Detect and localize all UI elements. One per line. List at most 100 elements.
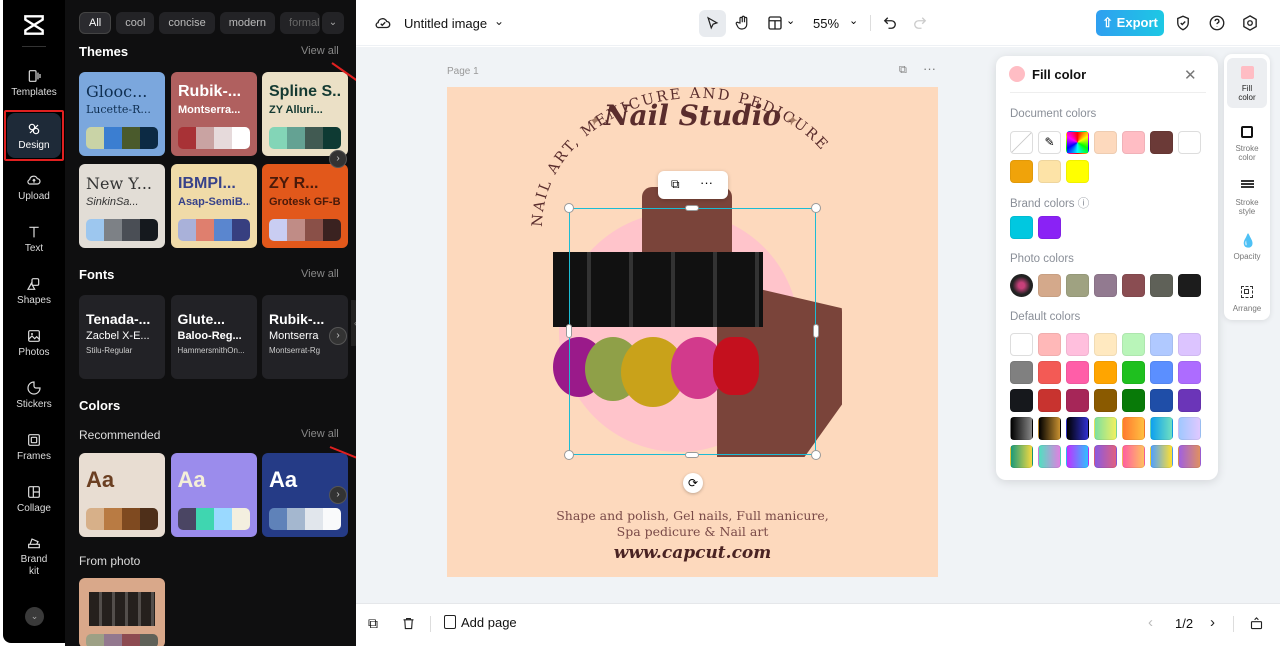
resize-handle-right[interactable] (813, 324, 819, 338)
default-color-swatch[interactable] (1122, 361, 1145, 384)
resize-handle-top-right[interactable] (811, 203, 821, 213)
rail-item-stickers[interactable]: Stickers (7, 380, 61, 411)
page-duplicate-icon[interactable]: ⧉ (899, 64, 907, 77)
next-page-icon[interactable]: › (1210, 614, 1215, 631)
prop-stroke-color[interactable]: Stroke color (1227, 118, 1267, 168)
eyedropper-icon[interactable]: ✎ (1038, 131, 1061, 154)
chips-expand-button[interactable]: ⌄ (322, 12, 344, 34)
theme-card[interactable]: ZY R... Grotesk GF-B... (262, 164, 348, 248)
rail-item-shapes[interactable]: Shapes (7, 276, 61, 307)
photo-color-swatch[interactable] (1150, 274, 1173, 297)
prev-page-icon[interactable]: ‹ (1148, 614, 1153, 631)
rail-item-upload[interactable]: Upload (7, 172, 61, 203)
resize-handle-bottom[interactable] (685, 452, 699, 458)
redo-icon[interactable] (911, 14, 929, 32)
default-color-swatch[interactable] (1010, 361, 1033, 384)
color-palette-card[interactable]: Aa (79, 453, 165, 537)
photo-color-swatch[interactable] (1178, 274, 1201, 297)
resize-handle-top-left[interactable] (564, 203, 574, 213)
theme-card[interactable]: Rubik-... Montserra... (171, 72, 257, 156)
page-more-icon[interactable]: ··· (923, 61, 936, 76)
resize-handle-left[interactable] (566, 324, 572, 338)
theme-card[interactable]: Glooc... Lucette-R... (79, 72, 165, 156)
info-icon[interactable]: ⓘ (1078, 198, 1090, 210)
default-color-swatch[interactable] (1150, 389, 1173, 412)
theme-card[interactable]: IBMPl... Asap-SemiB... (171, 164, 257, 248)
default-color-swatch[interactable] (1010, 389, 1033, 412)
document-color-swatch[interactable] (1010, 131, 1033, 154)
default-color-swatch[interactable] (1010, 417, 1033, 440)
title-dropdown-chevron-icon[interactable]: ⌄ (494, 14, 504, 28)
resize-handle-bottom-right[interactable] (811, 450, 821, 460)
undo-icon[interactable] (881, 14, 899, 32)
filter-chip-cool[interactable]: cool (116, 12, 155, 34)
default-color-swatch[interactable] (1038, 333, 1061, 356)
select-tool-button[interactable] (699, 10, 726, 37)
document-color-swatch[interactable] (1094, 131, 1117, 154)
default-color-swatch[interactable] (1178, 361, 1201, 384)
expand-pages-icon[interactable] (1249, 616, 1264, 631)
filter-chip-formal[interactable]: formal (280, 12, 321, 34)
fonts-view-all-link[interactable]: View all (301, 268, 339, 280)
settings-icon[interactable] (1241, 14, 1259, 32)
photo-color-swatch[interactable] (1094, 274, 1117, 297)
export-button[interactable]: ⇧ Export (1096, 10, 1164, 36)
rail-more-button[interactable]: ⌄ (25, 607, 44, 626)
brand-color-swatch[interactable] (1010, 216, 1033, 239)
services-text[interactable]: Shape and polish, Gel nails, Full manicu… (447, 508, 938, 540)
photo-color-swatch[interactable] (1038, 274, 1061, 297)
rail-item-collage[interactable]: Collage (7, 484, 61, 515)
document-color-swatch[interactable] (1066, 160, 1089, 183)
prop-arrange[interactable]: Arrange (1227, 278, 1267, 319)
default-color-swatch[interactable] (1038, 389, 1061, 412)
default-color-swatch[interactable] (1038, 361, 1061, 384)
color-picker-rainbow[interactable] (1066, 131, 1089, 154)
default-color-swatch[interactable] (1066, 333, 1089, 356)
default-color-swatch[interactable] (1178, 389, 1201, 412)
from-photo-card[interactable] (79, 578, 165, 646)
default-color-swatch[interactable] (1122, 445, 1145, 468)
filter-chip-concise[interactable]: concise (159, 12, 215, 34)
help-icon[interactable] (1208, 14, 1226, 32)
theme-card[interactable]: New Y... SinkinSa... (79, 164, 165, 248)
document-color-swatch[interactable] (1178, 131, 1201, 154)
photo-color-swatch[interactable] (1122, 274, 1145, 297)
brand-color-swatch[interactable] (1038, 216, 1061, 239)
default-color-swatch[interactable] (1066, 445, 1089, 468)
default-color-swatch[interactable] (1178, 333, 1201, 356)
rail-item-brand-kit[interactable]: Brand kit (7, 535, 61, 578)
default-color-swatch[interactable] (1094, 361, 1117, 384)
default-color-swatch[interactable] (1094, 389, 1117, 412)
default-color-swatch[interactable] (1150, 361, 1173, 384)
prop-opacity[interactable]: 💧 Opacity (1227, 226, 1267, 267)
default-color-swatch[interactable] (1122, 333, 1145, 356)
duplicate-element-icon[interactable]: ⧉ (671, 177, 680, 192)
rail-item-templates[interactable]: Templates (7, 68, 61, 99)
rail-item-photos[interactable]: Photos (7, 328, 61, 359)
fonts-next-button[interactable]: › (329, 327, 347, 345)
document-title[interactable]: Untitled image (404, 16, 487, 31)
default-color-swatch[interactable] (1150, 417, 1173, 440)
resize-handle-bottom-left[interactable] (564, 450, 574, 460)
default-color-swatch[interactable] (1066, 389, 1089, 412)
rail-item-text[interactable]: Text (7, 224, 61, 255)
colors-next-button[interactable]: › (329, 486, 347, 504)
document-color-swatch[interactable] (1010, 160, 1033, 183)
default-color-swatch[interactable] (1094, 417, 1117, 440)
colors-view-all-link[interactable]: View all (301, 428, 339, 440)
document-color-swatch[interactable] (1150, 131, 1173, 154)
layout-icon[interactable] (766, 14, 784, 32)
resize-handle-top[interactable] (685, 205, 699, 211)
font-pair-card[interactable]: Tenada-... Zacbel X-E... Stilu-Regular (79, 295, 165, 379)
default-color-swatch[interactable] (1038, 417, 1061, 440)
photo-thumbnail-swatch[interactable] (1010, 274, 1033, 297)
theme-card[interactable]: Spline S... ZY Alluri... (262, 72, 348, 156)
rail-item-design[interactable]: Design (4, 110, 64, 161)
delete-page-icon[interactable] (401, 616, 416, 631)
themes-next-button[interactable]: › (329, 150, 347, 168)
design-canvas[interactable]: ✦ Nail Studio ✦ NAIL ART, MENICURE AND P… (447, 87, 938, 577)
font-pair-card[interactable]: Glute... Baloo-Reg... HammersmithOn... (170, 295, 257, 379)
document-color-swatch[interactable] (1122, 131, 1145, 154)
layout-dropdown-chevron-icon[interactable]: ⌄ (786, 14, 795, 27)
default-color-swatch[interactable] (1150, 445, 1173, 468)
